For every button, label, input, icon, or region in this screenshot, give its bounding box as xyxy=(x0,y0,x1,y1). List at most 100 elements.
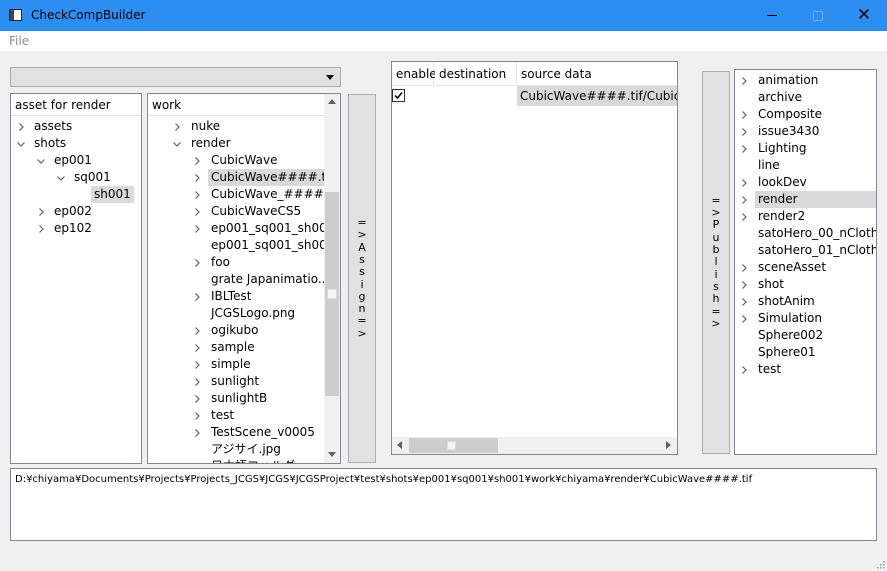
chevron-down-icon[interactable] xyxy=(56,173,66,183)
tree-item[interactable]: grate Japanimatio... xyxy=(148,271,329,288)
table-row[interactable]: CubicWave####.tif/CubicWave xyxy=(392,86,677,106)
minimize-button[interactable] xyxy=(749,0,795,31)
tree-item[interactable]: ep001 xyxy=(11,152,141,169)
resize-grip-icon[interactable] xyxy=(875,559,885,569)
menu-file[interactable]: File xyxy=(9,34,29,48)
tree-item[interactable]: ogikubo xyxy=(148,322,324,339)
tree-item[interactable]: ep001_sq001_sh001 xyxy=(148,220,334,237)
tree-item[interactable]: CubicWave####.tif xyxy=(148,169,337,186)
project-combobox[interactable] xyxy=(10,67,341,87)
tree-item[interactable]: ep102 xyxy=(11,220,141,237)
tree-item[interactable]: IBLTest xyxy=(148,288,324,305)
chevron-right-icon[interactable] xyxy=(739,212,749,222)
chevron-right-icon[interactable] xyxy=(739,314,749,324)
tree-item[interactable]: issue3430 xyxy=(735,123,876,140)
tree-item[interactable]: shots xyxy=(11,135,141,152)
chevron-right-icon[interactable] xyxy=(739,110,749,120)
scroll-left-arrow-icon[interactable] xyxy=(397,441,402,449)
tree-item[interactable]: sq001 xyxy=(11,169,141,186)
tree-item[interactable]: render2 xyxy=(735,208,876,225)
tree-item[interactable]: archive xyxy=(735,89,876,106)
tree-item[interactable]: ep002 xyxy=(11,203,141,220)
chevron-right-icon[interactable] xyxy=(192,258,202,268)
chevron-down-icon[interactable] xyxy=(36,156,46,166)
tree-item[interactable]: shotAnim xyxy=(735,293,876,310)
chevron-right-icon[interactable] xyxy=(739,127,749,137)
column-enable[interactable]: enable xyxy=(392,62,437,86)
scroll-up-arrow-icon[interactable] xyxy=(328,99,336,104)
publish-tree[interactable]: animation archive Composite issue3430 Lighti… xyxy=(734,69,877,455)
tree-item[interactable]: Lighting xyxy=(735,140,876,157)
tree-item[interactable]: satoHero_00_nCloth... xyxy=(735,225,876,242)
chevron-right-icon[interactable] xyxy=(192,326,202,336)
maximize-button[interactable] xyxy=(795,0,841,31)
chevron-right-icon[interactable] xyxy=(36,207,46,217)
tree-item[interactable]: CubicWaveCS5 xyxy=(148,203,324,220)
chevron-right-icon[interactable] xyxy=(192,411,202,421)
chevron-right-icon[interactable] xyxy=(739,263,749,273)
tree-item[interactable]: Composite xyxy=(735,106,876,123)
tree-item[interactable]: sh001 xyxy=(11,186,141,203)
close-button[interactable]: ✕ xyxy=(841,0,887,31)
tree-item[interactable]: assets xyxy=(11,118,141,135)
tree-item[interactable]: CubicWave_####.tif xyxy=(148,186,340,203)
chevron-right-icon[interactable] xyxy=(192,428,202,438)
chevron-right-icon[interactable] xyxy=(172,122,182,132)
scroll-down-arrow-icon[interactable] xyxy=(328,452,336,457)
chevron-right-icon[interactable] xyxy=(192,207,202,217)
tree-item[interactable]: test xyxy=(735,361,876,378)
chevron-right-icon[interactable] xyxy=(192,190,202,200)
tree-item[interactable]: foo xyxy=(148,254,324,271)
tree-item[interactable]: 日本語フォルダ xyxy=(148,458,324,463)
path-field[interactable]: D:¥chiyama¥Documents¥Projects¥Projects_J… xyxy=(10,468,877,541)
tree-item[interactable]: shot xyxy=(735,276,876,293)
chevron-right-icon[interactable] xyxy=(192,292,202,302)
tree-item[interactable]: Sphere01 xyxy=(735,344,876,361)
tree-item[interactable]: sunlight xyxy=(148,373,324,390)
tree-item[interactable]: Simulation xyxy=(735,310,876,327)
chevron-down-icon[interactable] xyxy=(16,139,26,149)
chevron-right-icon[interactable] xyxy=(739,76,749,86)
tree-item[interactable]: sample xyxy=(148,339,324,356)
column-destination[interactable]: destination xyxy=(435,62,517,86)
tree-item[interactable]: sceneAsset xyxy=(735,259,876,276)
tree-item[interactable]: render xyxy=(735,191,876,208)
chevron-right-icon[interactable] xyxy=(36,224,46,234)
chevron-right-icon[interactable] xyxy=(192,224,202,234)
assign-button[interactable]: = > As s i g n = > xyxy=(348,94,376,463)
chevron-right-icon[interactable] xyxy=(192,360,202,370)
chevron-right-icon[interactable] xyxy=(192,343,202,353)
chevron-down-icon[interactable] xyxy=(172,139,182,149)
publish-button[interactable]: = > Pu b l i s h = > xyxy=(702,71,730,454)
chevron-right-icon[interactable] xyxy=(192,394,202,404)
tree-item[interactable]: CubicWave xyxy=(148,152,324,169)
tree-item[interactable]: JCGSLogo.png xyxy=(148,305,324,322)
scroll-right-arrow-icon[interactable] xyxy=(666,441,671,449)
tree-item[interactable]: TestScene_v0005 xyxy=(148,424,324,441)
chevron-right-icon[interactable] xyxy=(192,377,202,387)
tree-item[interactable]: animation xyxy=(735,72,876,89)
work-tree[interactable]: work nuke render CubicWave CubicWave####.ti… xyxy=(147,93,341,464)
column-source-data[interactable]: source data xyxy=(517,62,677,86)
tree-item[interactable]: ep001_sq001_sh00... xyxy=(148,237,338,254)
tree-item[interactable]: line xyxy=(735,157,876,174)
work-tree-scrollbar[interactable] xyxy=(324,94,340,463)
tree-item[interactable]: nuke xyxy=(148,118,324,135)
destination-cell[interactable] xyxy=(435,86,517,106)
table-horizontal-scrollbar[interactable] xyxy=(392,437,677,454)
source-data-cell[interactable]: CubicWave####.tif/CubicWave xyxy=(517,86,677,106)
tree-item[interactable]: アジサイ.jpg xyxy=(148,441,324,458)
enable-checkbox[interactable] xyxy=(392,89,406,103)
chevron-right-icon[interactable] xyxy=(16,122,26,132)
chevron-right-icon[interactable] xyxy=(739,280,749,290)
tree-item[interactable]: lookDev xyxy=(735,174,876,191)
tree-item[interactable]: sunlightB xyxy=(148,390,324,407)
chevron-right-icon[interactable] xyxy=(739,195,749,205)
tree-item[interactable]: render xyxy=(148,135,324,152)
assignment-table[interactable]: enable destination source data CubicWave… xyxy=(391,61,678,455)
chevron-right-icon[interactable] xyxy=(739,297,749,307)
tree-item[interactable]: satoHero_01_nCloth... xyxy=(735,242,876,259)
chevron-right-icon[interactable] xyxy=(739,178,749,188)
tree-item[interactable]: Sphere002 xyxy=(735,327,876,344)
tree-item[interactable]: simple xyxy=(148,356,324,373)
